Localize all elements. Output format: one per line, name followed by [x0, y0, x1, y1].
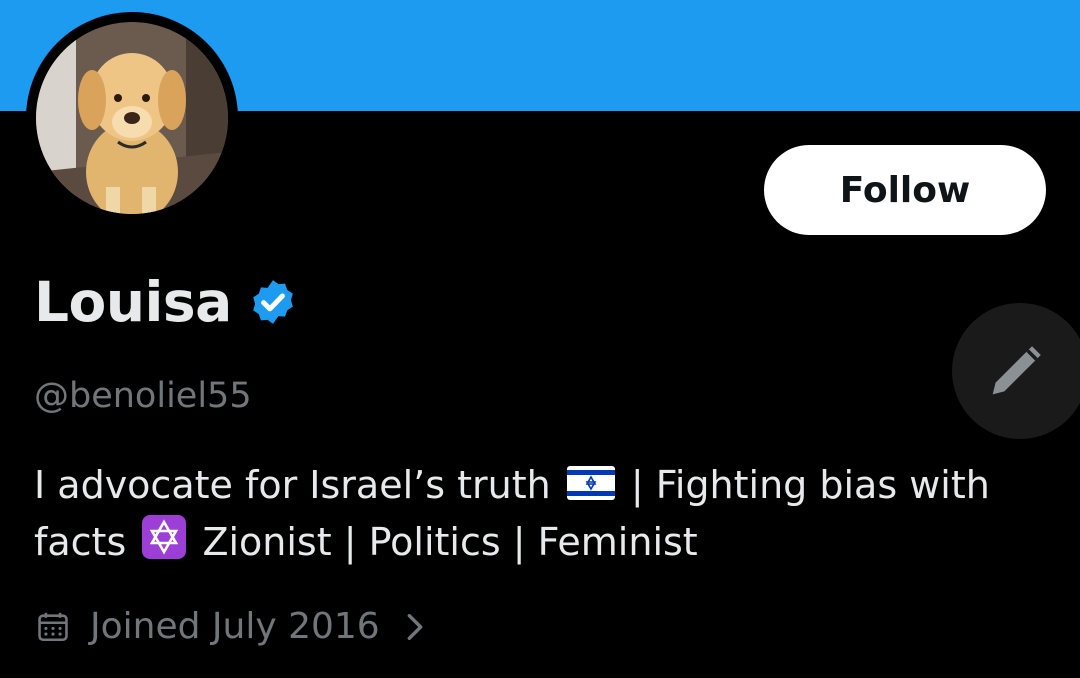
- edit-floating-button[interactable]: [952, 303, 1080, 439]
- follow-button[interactable]: Follow: [764, 145, 1046, 235]
- avatar[interactable]: [26, 12, 238, 224]
- calendar-icon: [38, 612, 68, 641]
- joined-date-row[interactable]: Joined July 2016: [36, 606, 428, 647]
- profile-bio: I advocate for Israel’s truth | Fighting…: [34, 458, 1014, 574]
- bio-text: facts: [34, 520, 127, 564]
- chevron-right-icon: [407, 613, 423, 640]
- profile-name-row: Louisa: [34, 270, 298, 334]
- star-of-david-icon: [142, 515, 187, 574]
- bio-text: | Fighting bias with: [630, 463, 990, 507]
- bio-text: Zionist | Politics | Feminist: [202, 520, 698, 564]
- bio-text: I advocate for Israel’s truth: [34, 463, 551, 507]
- verified-badge-icon[interactable]: [248, 277, 298, 327]
- profile-handle: @benoliel55: [34, 376, 252, 416]
- pencil-icon: [992, 346, 1041, 395]
- israel-flag-icon: [566, 460, 615, 515]
- display-name: Louisa: [34, 270, 232, 334]
- joined-date-label: Joined July 2016: [90, 606, 380, 647]
- avatar-dog-image: [36, 22, 228, 214]
